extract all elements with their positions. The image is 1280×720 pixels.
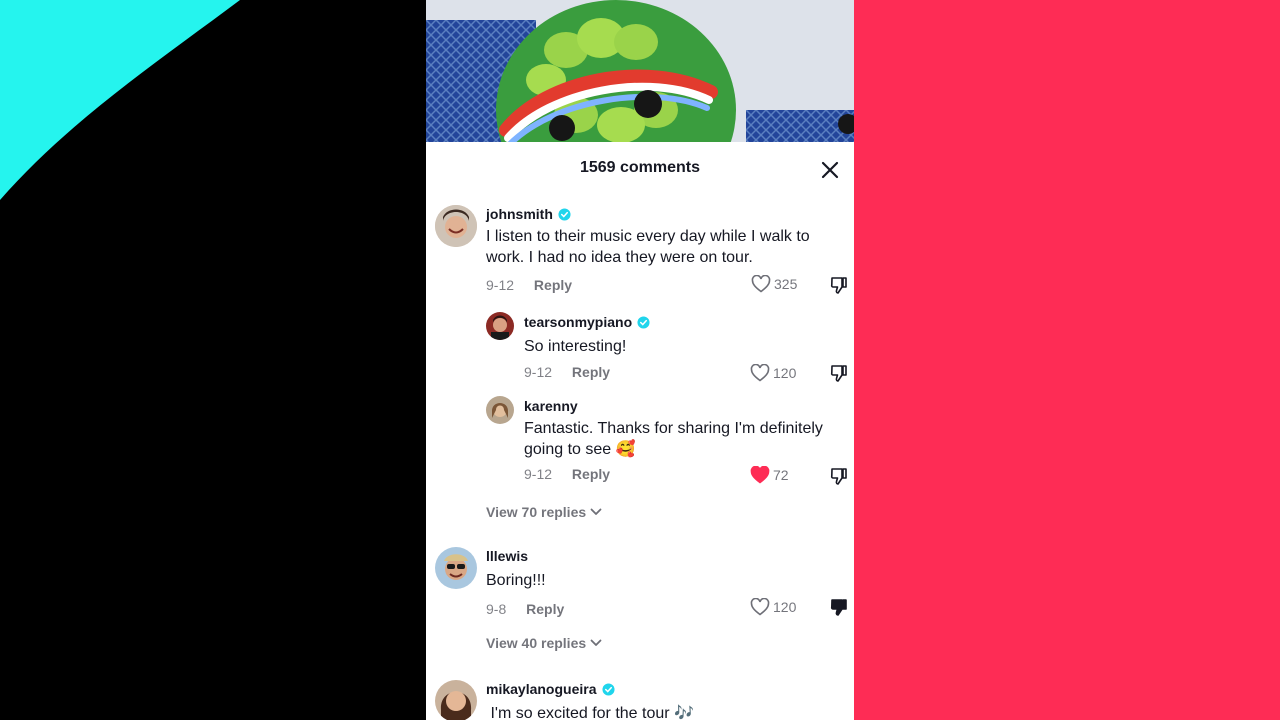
video-frame-image [426, 0, 854, 142]
avatar[interactable] [435, 680, 477, 720]
background-left-panel [0, 0, 426, 720]
phone-screen: 1569 comments johnsmith I listen to thei… [426, 0, 854, 720]
avatar-image [435, 680, 477, 720]
video-preview[interactable] [426, 0, 854, 142]
background-right-panel [854, 0, 1280, 720]
comments-sheet: 1569 comments johnsmith I listen to thei… [426, 142, 854, 720]
username-text: mikaylanogueira [486, 681, 597, 697]
cyan-swoosh-decoration [0, 0, 240, 200]
verified-badge-icon [601, 682, 615, 696]
comment-username[interactable]: mikaylanogueira [486, 681, 615, 697]
comment-text: I'm so excited for the tour 🎶 [486, 705, 694, 720]
comment-thread-mikaylanogueira: mikaylanogueira I'm so excited for the t… [426, 142, 854, 720]
